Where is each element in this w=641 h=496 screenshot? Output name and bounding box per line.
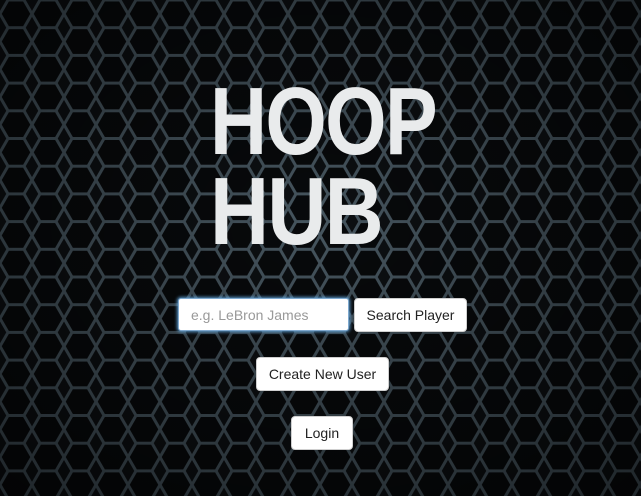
- player-search-input[interactable]: [178, 298, 349, 331]
- search-player-button[interactable]: Search Player: [354, 298, 467, 332]
- create-new-user-button[interactable]: Create New User: [256, 357, 389, 391]
- login-button[interactable]: Login: [291, 416, 353, 450]
